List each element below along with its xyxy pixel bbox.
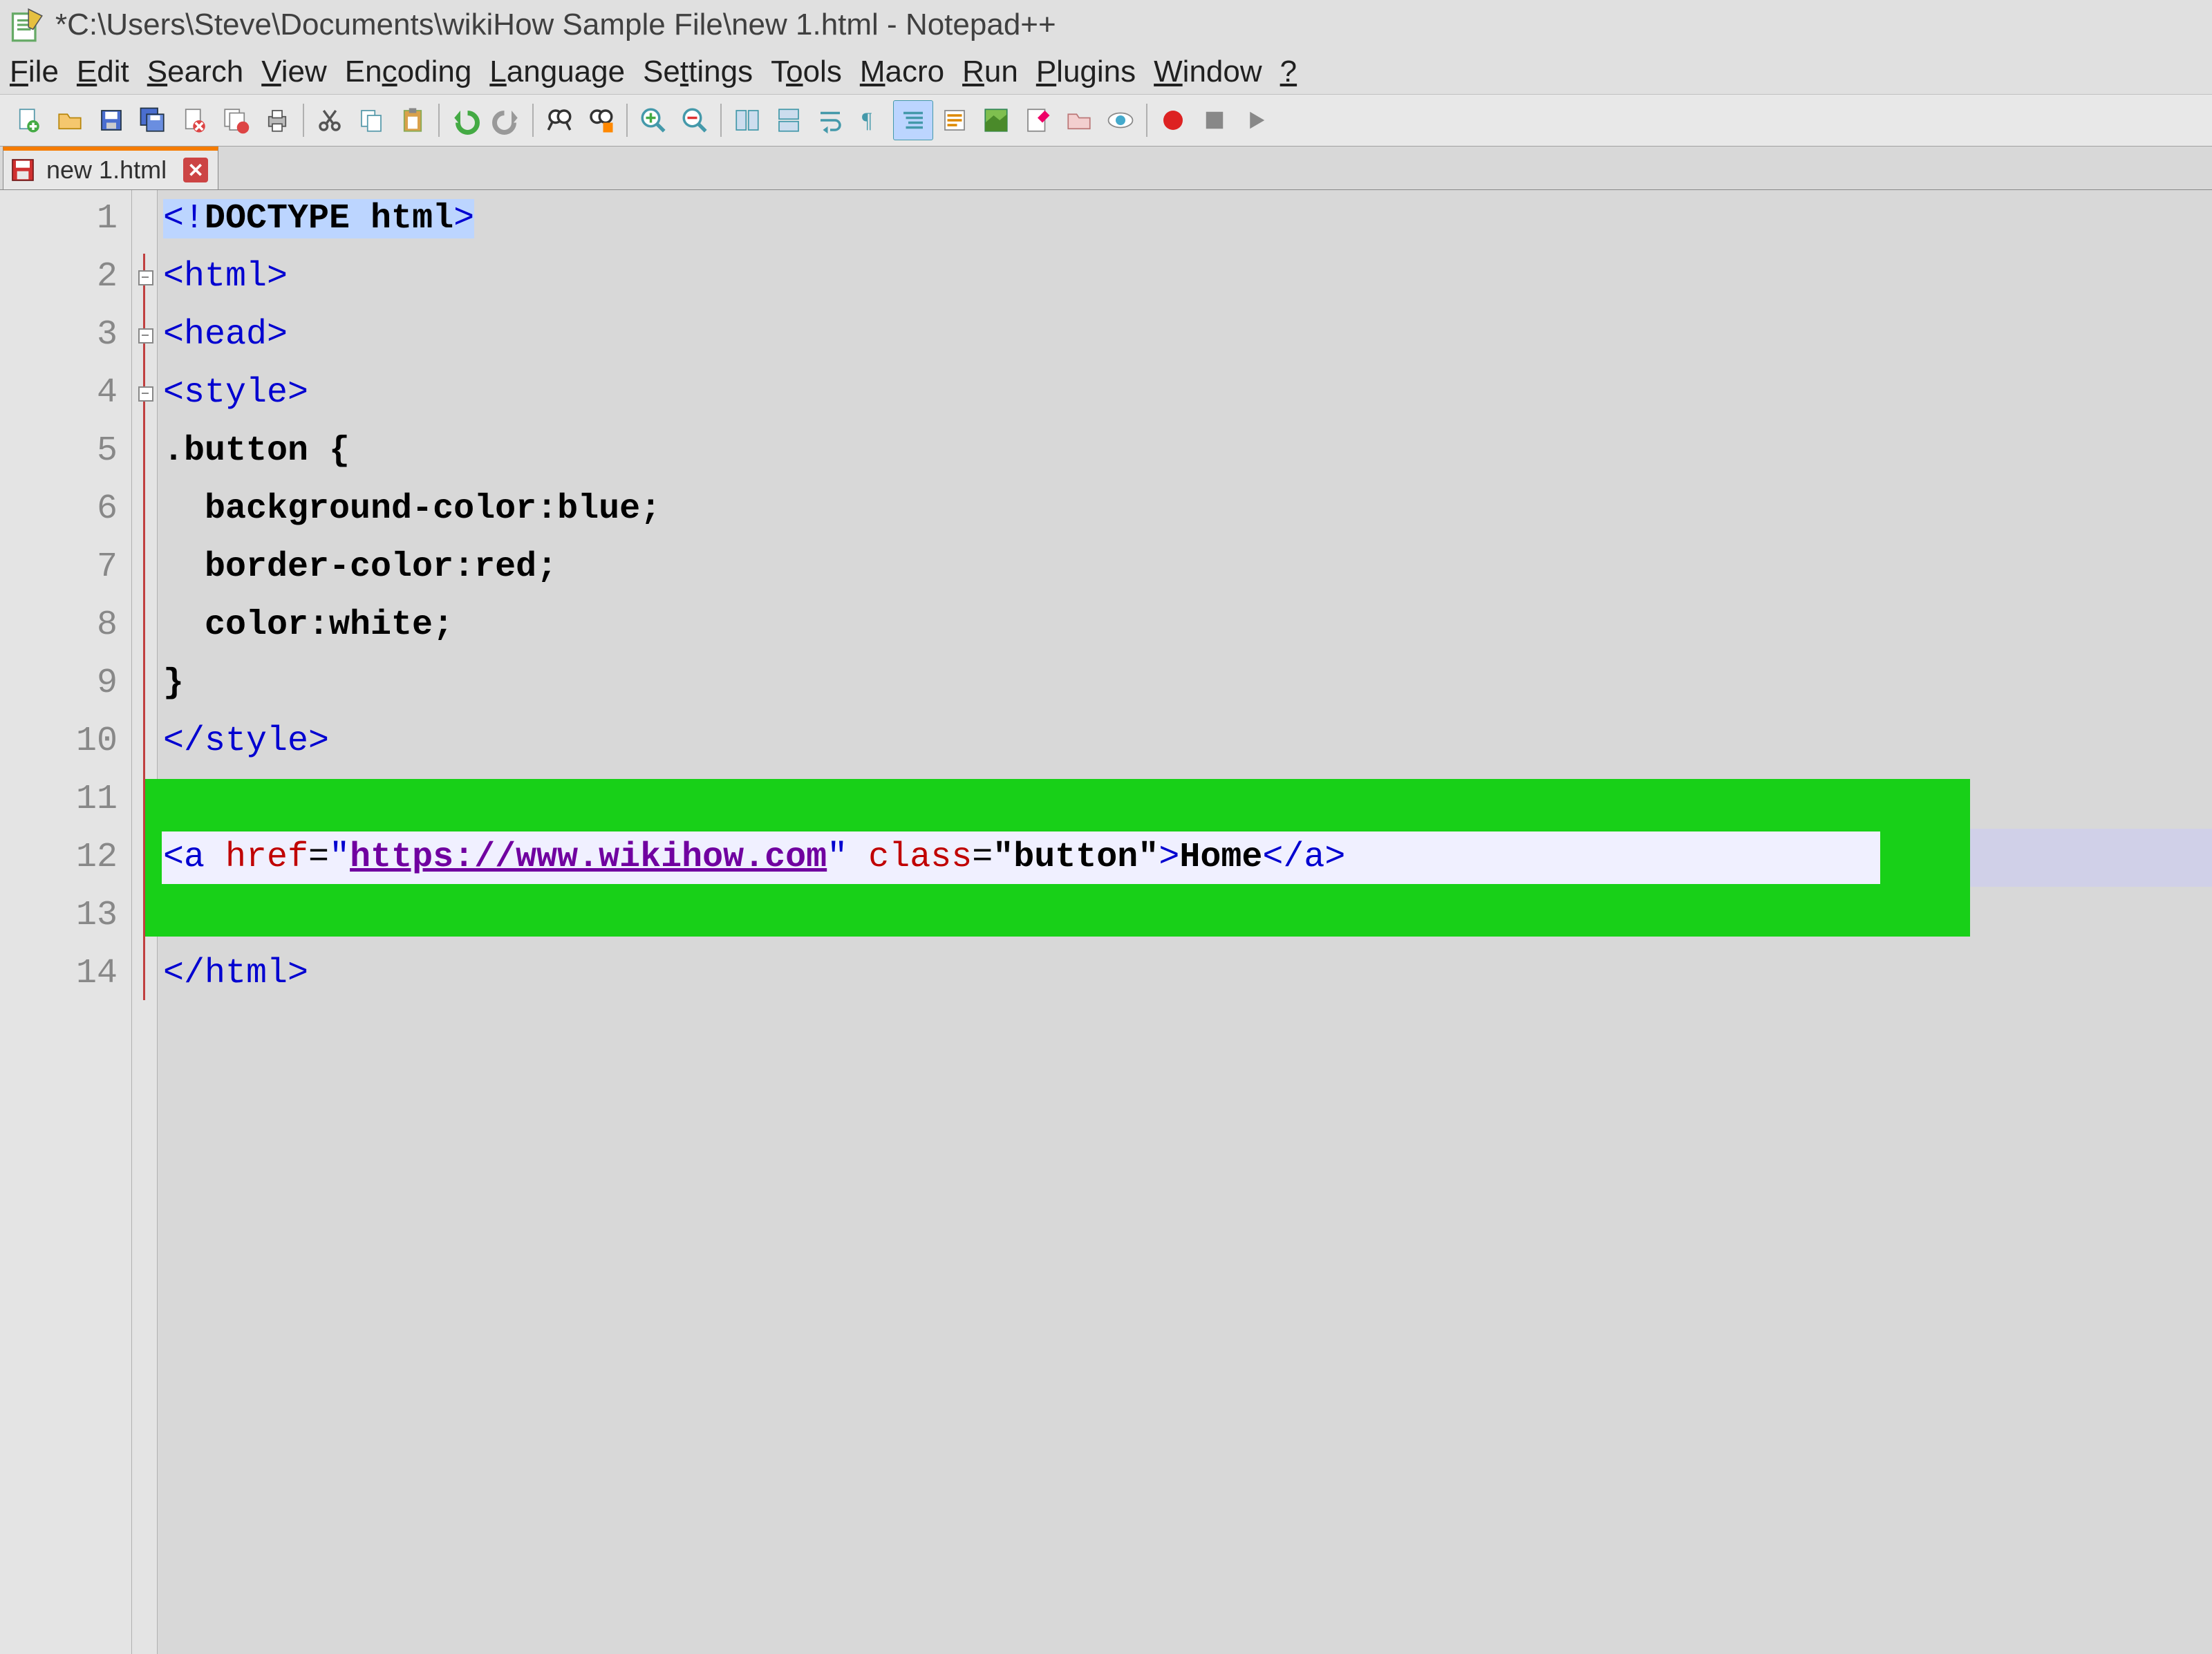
menu-search[interactable]: Search [147,55,243,89]
menu-file[interactable]: File [10,55,59,89]
svg-text:¶: ¶ [862,109,872,133]
code-line[interactable]: </html> [163,945,2212,1003]
code-line[interactable]: <a href="https://www.wikihow.com" class=… [163,829,2212,887]
show-all-chars-icon[interactable]: ¶ [852,100,892,140]
line-number: 8 [0,596,118,655]
tab-file[interactable]: new 1.html ✕ [3,147,218,189]
menu-edit[interactable]: Edit [77,55,129,89]
code-line[interactable]: <style> [163,364,2212,422]
line-number: 10 [0,713,118,771]
toolbar: ¶ [0,94,2212,147]
app-icon [8,7,44,43]
menu-window[interactable]: Window [1154,55,1262,89]
word-wrap-icon[interactable] [810,100,850,140]
menu-run[interactable]: Run [962,55,1018,89]
toolbar-separator [1146,104,1147,137]
indent-guide-icon[interactable] [893,100,933,140]
folder-icon[interactable] [1059,100,1099,140]
open-file-icon[interactable] [50,100,90,140]
toolbar-separator [720,104,722,137]
title-bar: *C:\Users\Steve\Documents\wikiHow Sample… [0,0,2212,50]
fold-toggle-icon[interactable] [138,386,153,402]
fold-toggle-icon[interactable] [138,328,153,344]
line-number: 6 [0,480,118,538]
toolbar-separator [626,104,628,137]
line-number: 3 [0,306,118,364]
redo-icon[interactable] [487,100,527,140]
menu-language[interactable]: Language [489,55,625,89]
paste-icon[interactable] [393,100,433,140]
line-number: 9 [0,655,118,713]
menu-help[interactable]: ? [1280,55,1297,89]
save-all-icon[interactable] [133,100,173,140]
code-line[interactable]: } [163,655,2212,713]
record-macro-icon[interactable] [1153,100,1193,140]
unsaved-file-icon [9,156,37,184]
line-number: 12 [0,829,118,887]
new-file-icon[interactable] [8,100,48,140]
copy-icon[interactable] [351,100,391,140]
play-macro-icon[interactable] [1236,100,1276,140]
tab-close-icon[interactable]: ✕ [183,158,208,182]
menu-encoding[interactable]: Encoding [345,55,472,89]
function-list-icon[interactable] [1018,100,1058,140]
menu-bar: File Edit Search View Encoding Language … [0,50,2212,94]
line-number: 14 [0,945,118,1003]
close-file-icon[interactable] [174,100,214,140]
doc-map-icon[interactable] [976,100,1016,140]
zoom-out-icon[interactable] [675,100,715,140]
toolbar-separator [303,104,304,137]
cut-icon[interactable] [310,100,350,140]
sync-horizontal-icon[interactable] [769,100,809,140]
find-icon[interactable] [539,100,579,140]
line-number: 1 [0,190,118,248]
menu-view[interactable]: View [261,55,327,89]
fold-toggle-icon[interactable] [138,270,153,285]
line-number: 5 [0,422,118,480]
print-icon[interactable] [257,100,297,140]
line-number: 13 [0,887,118,945]
menu-settings[interactable]: Settings [643,55,753,89]
monitoring-icon[interactable] [1100,100,1141,140]
line-number: 7 [0,538,118,596]
line-number: 11 [0,771,118,829]
zoom-in-icon[interactable] [633,100,673,140]
code-line[interactable]: .button { [163,422,2212,480]
stop-macro-icon[interactable] [1194,100,1235,140]
close-all-icon[interactable] [216,100,256,140]
tab-label: new 1.html [46,156,167,185]
sync-vertical-icon[interactable] [727,100,767,140]
line-number: 4 [0,364,118,422]
save-icon[interactable] [91,100,131,140]
code-line[interactable]: background-color:blue; [163,480,2212,538]
code-line[interactable]: color:white; [163,596,2212,655]
menu-plugins[interactable]: Plugins [1036,55,1136,89]
editor[interactable]: 1 2 3 4 5 6 7 8 9 10 11 12 13 14 <!DOCTY… [0,190,2212,1654]
user-lang-icon[interactable] [935,100,975,140]
code-line[interactable]: <head> [163,306,2212,364]
replace-icon[interactable] [581,100,621,140]
toolbar-separator [438,104,440,137]
line-number-gutter: 1 2 3 4 5 6 7 8 9 10 11 12 13 14 [0,190,132,1654]
menu-tools[interactable]: Tools [771,55,842,89]
undo-icon[interactable] [445,100,485,140]
menu-macro[interactable]: Macro [860,55,944,89]
code-area[interactable]: <!DOCTYPE html> <html> <head> <style> .b… [158,190,2212,1654]
tab-strip: new 1.html ✕ [0,147,2212,190]
toolbar-separator [532,104,534,137]
code-line[interactable]: <html> [163,248,2212,306]
code-line[interactable]: border-color:red; [163,538,2212,596]
line-number: 2 [0,248,118,306]
code-line[interactable]: </style> [163,713,2212,771]
code-line[interactable]: <!DOCTYPE html> [163,190,2212,248]
window-title: *C:\Users\Steve\Documents\wikiHow Sample… [55,8,1056,42]
